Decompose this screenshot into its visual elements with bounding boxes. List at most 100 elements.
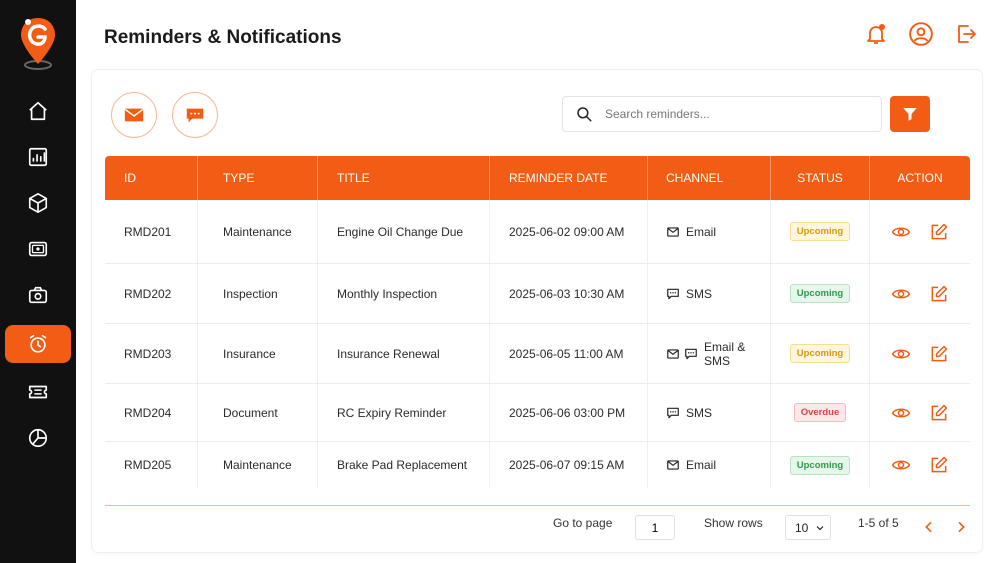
cell-reminder-date: 2025-06-05 11:00 AM xyxy=(490,324,648,383)
sms-reminder-button[interactable] xyxy=(172,92,218,138)
edit-button[interactable] xyxy=(928,402,950,424)
sidebar-item-wallet[interactable] xyxy=(5,230,71,268)
table-row: RMD205 Maintenance Brake Pad Replacement… xyxy=(105,442,970,488)
status-badge: Overdue xyxy=(793,403,847,422)
mail-icon xyxy=(124,108,144,122)
camera-icon xyxy=(28,286,48,304)
email-reminder-button[interactable] xyxy=(111,92,157,138)
mail-icon xyxy=(666,347,680,361)
user-circle-icon xyxy=(909,22,933,46)
cell-title: Insurance Renewal xyxy=(318,324,490,383)
profile-button[interactable] xyxy=(907,20,935,48)
search-box[interactable] xyxy=(562,96,882,132)
cell-id: RMD205 xyxy=(105,442,198,488)
bell-icon xyxy=(867,24,885,44)
rows-per-page-select[interactable]: 10 xyxy=(785,515,831,540)
cell-channel: Email xyxy=(648,200,771,263)
cell-type: Maintenance xyxy=(198,200,318,263)
cell-reminder-date: 2025-06-06 03:00 PM xyxy=(490,384,648,441)
filter-icon xyxy=(903,108,917,121)
table-row: RMD203 Insurance Insurance Renewal 2025-… xyxy=(105,324,970,384)
view-button[interactable] xyxy=(890,221,912,243)
view-button[interactable] xyxy=(890,454,912,476)
cell-id: RMD201 xyxy=(105,200,198,263)
chat-icon xyxy=(666,287,680,301)
go-to-page-label: Go to page xyxy=(553,516,613,530)
eye-icon xyxy=(891,227,911,236)
wallet-icon xyxy=(28,241,48,257)
cell-actions xyxy=(870,442,970,488)
cell-id: RMD202 xyxy=(105,264,198,323)
view-button[interactable] xyxy=(890,343,912,365)
cell-title: Engine Oil Change Due xyxy=(318,200,490,263)
cell-actions xyxy=(870,324,970,383)
channel-label: SMS xyxy=(686,405,713,420)
brand-logo[interactable] xyxy=(18,14,58,74)
column-header-reminder-date[interactable]: REMINDER DATE xyxy=(490,156,648,200)
cell-reminder-date: 2025-06-03 10:30 AM xyxy=(490,264,648,323)
cell-type: Document xyxy=(198,384,318,441)
cell-id: RMD203 xyxy=(105,324,198,383)
reminders-table: ID TYPE TITLE REMINDER DATE CHANNEL STAT… xyxy=(105,156,970,488)
edit-button[interactable] xyxy=(928,221,950,243)
view-button[interactable] xyxy=(890,283,912,305)
cell-status: Upcoming xyxy=(771,324,870,383)
mail-icon xyxy=(666,458,680,472)
chat-icon xyxy=(684,347,698,361)
cell-status: Upcoming xyxy=(771,200,870,263)
cell-actions xyxy=(870,384,970,441)
column-header-id[interactable]: ID xyxy=(105,156,198,200)
status-badge: Upcoming xyxy=(789,344,851,363)
column-header-channel[interactable]: CHANNEL xyxy=(648,156,771,200)
sidebar-item-inventory[interactable] xyxy=(5,184,71,222)
chevron-down-icon xyxy=(816,525,824,530)
table-row: RMD202 Inspection Monthly Inspection 202… xyxy=(105,264,970,324)
previous-page-button[interactable] xyxy=(919,517,939,537)
view-button[interactable] xyxy=(890,402,912,424)
cell-reminder-date: 2025-06-02 09:00 AM xyxy=(490,200,648,263)
sidebar-item-home[interactable] xyxy=(5,92,71,130)
filter-button[interactable] xyxy=(890,96,930,132)
table-row: RMD204 Document RC Expiry Reminder 2025-… xyxy=(105,384,970,442)
box-icon xyxy=(28,193,48,213)
channel-label: Email xyxy=(686,224,717,239)
main-content: Reminders & Notifications ID TYPE TITLE … xyxy=(76,0,1000,563)
notifications-button[interactable] xyxy=(862,20,890,48)
cell-title: Brake Pad Replacement xyxy=(318,442,490,488)
column-header-action: ACTION xyxy=(897,171,943,185)
next-page-button[interactable] xyxy=(951,517,971,537)
column-header-title[interactable]: TITLE xyxy=(318,156,490,200)
pie-chart-icon xyxy=(28,428,48,448)
sidebar-item-analytics[interactable] xyxy=(5,138,71,176)
eye-icon xyxy=(891,460,911,470)
table-footer-divider xyxy=(105,505,970,506)
cell-id: RMD204 xyxy=(105,384,198,441)
edit-icon xyxy=(931,223,948,239)
column-header-status[interactable]: STATUS xyxy=(771,156,870,200)
edit-icon xyxy=(931,285,948,301)
edit-button[interactable] xyxy=(928,343,950,365)
sidebar-item-camera[interactable] xyxy=(5,276,71,314)
status-badge: Upcoming xyxy=(789,455,851,475)
edit-button[interactable] xyxy=(928,454,950,476)
sidebar xyxy=(0,0,76,563)
status-badge: Upcoming xyxy=(789,222,851,241)
chevron-left-icon xyxy=(925,521,932,533)
status-badge: Upcoming xyxy=(789,284,851,303)
chat-icon xyxy=(186,108,204,123)
cell-channel: SMS xyxy=(648,264,771,323)
sidebar-item-tickets[interactable] xyxy=(5,373,71,411)
column-header-type[interactable]: TYPE xyxy=(198,156,318,200)
home-icon xyxy=(29,101,47,121)
ticket-icon xyxy=(28,385,48,399)
search-input[interactable] xyxy=(605,107,865,121)
edit-button[interactable] xyxy=(928,283,950,305)
table-row: RMD201 Maintenance Engine Oil Change Due… xyxy=(105,200,970,264)
rows-per-page-value: 10 xyxy=(795,520,809,535)
logout-button[interactable] xyxy=(952,20,980,48)
page-number-input[interactable] xyxy=(635,515,675,540)
alarm-clock-icon xyxy=(29,334,47,353)
sidebar-item-reports[interactable] xyxy=(5,419,71,457)
sidebar-item-reminders[interactable] xyxy=(5,325,71,363)
cell-actions xyxy=(870,264,970,323)
